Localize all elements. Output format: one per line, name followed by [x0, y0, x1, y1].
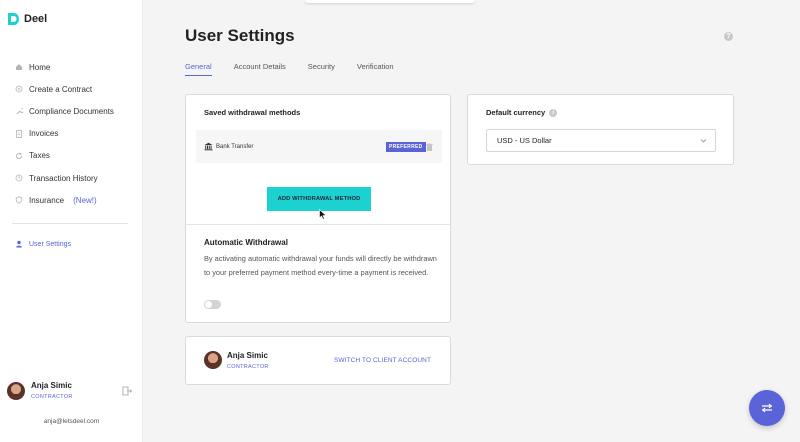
default-currency-text: Default currency	[486, 108, 546, 117]
sidebar-item-label: Transaction History	[29, 173, 98, 183]
switch-to-client-account-link[interactable]: SWITCH TO CLIENT ACCOUNT	[334, 357, 431, 364]
page-title: User Settings	[185, 26, 295, 45]
user-icon	[16, 240, 22, 248]
settings-fab-button[interactable]	[749, 390, 785, 426]
account-name: Anja Simic	[227, 351, 268, 360]
home-icon	[16, 64, 22, 71]
sidebar-item-label: Compliance Documents	[29, 106, 114, 116]
sidebar-item-home[interactable]: Home	[0, 56, 143, 78]
help-icon[interactable]: ?	[724, 32, 733, 41]
automatic-withdrawal-title: Automatic Withdrawal	[204, 238, 288, 247]
withdrawal-method-label: Bank Transfer	[216, 143, 254, 150]
trash-icon[interactable]	[426, 143, 433, 151]
clock-icon	[15, 174, 23, 182]
sidebar-item-label: Home	[29, 62, 51, 72]
tab-verification[interactable]: Verification	[357, 62, 394, 76]
refresh-icon	[16, 152, 22, 159]
settings-tabs: General Account Details Security Verific…	[185, 62, 416, 76]
card-divider	[186, 224, 450, 225]
sidebar-item-user-settings[interactable]: User Settings	[0, 233, 143, 255]
currency-selected-value: USD - US Dollar	[497, 136, 552, 145]
sidebar-item-label: Taxes	[29, 151, 50, 161]
chevron-down-icon	[700, 139, 707, 143]
account-role: CONTRACTOR	[227, 364, 269, 370]
bank-icon	[204, 142, 213, 151]
shield-icon	[15, 196, 23, 204]
info-icon[interactable]: i	[549, 108, 558, 117]
user-role: CONTRACTOR	[31, 394, 73, 400]
sidebar-item-label: Insurance	[29, 195, 65, 205]
deel-logo-icon	[8, 13, 19, 25]
automatic-withdrawal-toggle[interactable]	[204, 300, 221, 309]
withdrawal-methods-card: Saved withdrawal methods Bank Transfer P…	[185, 94, 451, 323]
toggle-knob	[205, 301, 212, 308]
logout-icon[interactable]	[122, 386, 132, 396]
mouse-cursor-icon	[319, 209, 327, 220]
document-icon	[16, 129, 22, 138]
sidebar-item-invoices[interactable]: Invoices	[0, 123, 143, 145]
sidebar-nav: Home Create a Contract Compliance Docume…	[0, 56, 143, 211]
sidebar-item-transaction-history[interactable]: Transaction History	[0, 167, 143, 189]
plus-circle-icon	[15, 85, 23, 93]
sidebar-user[interactable]: Anja Simic CONTRACTOR	[7, 381, 73, 400]
sidebar-item-label: Create a Contract	[29, 84, 93, 94]
sliders-icon	[762, 403, 772, 413]
default-currency-card: Default currency i USD - US Dollar	[467, 94, 734, 165]
sidebar-item-taxes[interactable]: Taxes	[0, 145, 143, 167]
automatic-withdrawal-description: By activating automatic withdrawal your …	[204, 254, 437, 277]
sidebar-item-compliance-documents[interactable]: Compliance Documents	[0, 100, 143, 122]
default-currency-label: Default currency i	[486, 108, 558, 117]
brand-name: Deel	[24, 13, 48, 25]
tab-security[interactable]: Security	[308, 62, 335, 76]
sidebar-divider	[12, 223, 128, 224]
user-email: anja@letsdeel.com	[43, 418, 100, 425]
sidebar-item-label: User Settings	[29, 240, 72, 248]
wrench-icon	[16, 108, 23, 115]
new-badge: (New!)	[73, 195, 97, 205]
currency-select[interactable]: USD - US Dollar	[486, 129, 716, 152]
tab-general[interactable]: General	[185, 62, 212, 76]
preferred-badge: PREFERRED	[386, 142, 426, 152]
withdrawal-methods-title: Saved withdrawal methods	[204, 108, 301, 117]
avatar	[7, 381, 25, 400]
tab-account-details[interactable]: Account Details	[234, 62, 286, 76]
sidebar: Deel Home Create a Contract Compliance D…	[0, 0, 143, 442]
sidebar-settings-section: User Settings	[0, 233, 143, 255]
sidebar-item-insurance[interactable]: Insurance (New!)	[0, 189, 143, 211]
avatar	[204, 351, 222, 369]
logo[interactable]: Deel	[7, 12, 47, 26]
add-withdrawal-method-button[interactable]: ADD WITHDRAWAL METHOD	[267, 187, 371, 211]
sidebar-item-create-contract[interactable]: Create a Contract	[0, 78, 143, 100]
top-notification-edge	[305, 0, 475, 3]
sidebar-item-label: Invoices	[29, 129, 59, 139]
account-card: Anja Simic CONTRACTOR SWITCH TO CLIENT A…	[185, 336, 451, 385]
withdrawal-method-row[interactable]: Bank Transfer PREFERRED	[196, 130, 442, 163]
user-name: Anja Simic	[31, 381, 72, 390]
